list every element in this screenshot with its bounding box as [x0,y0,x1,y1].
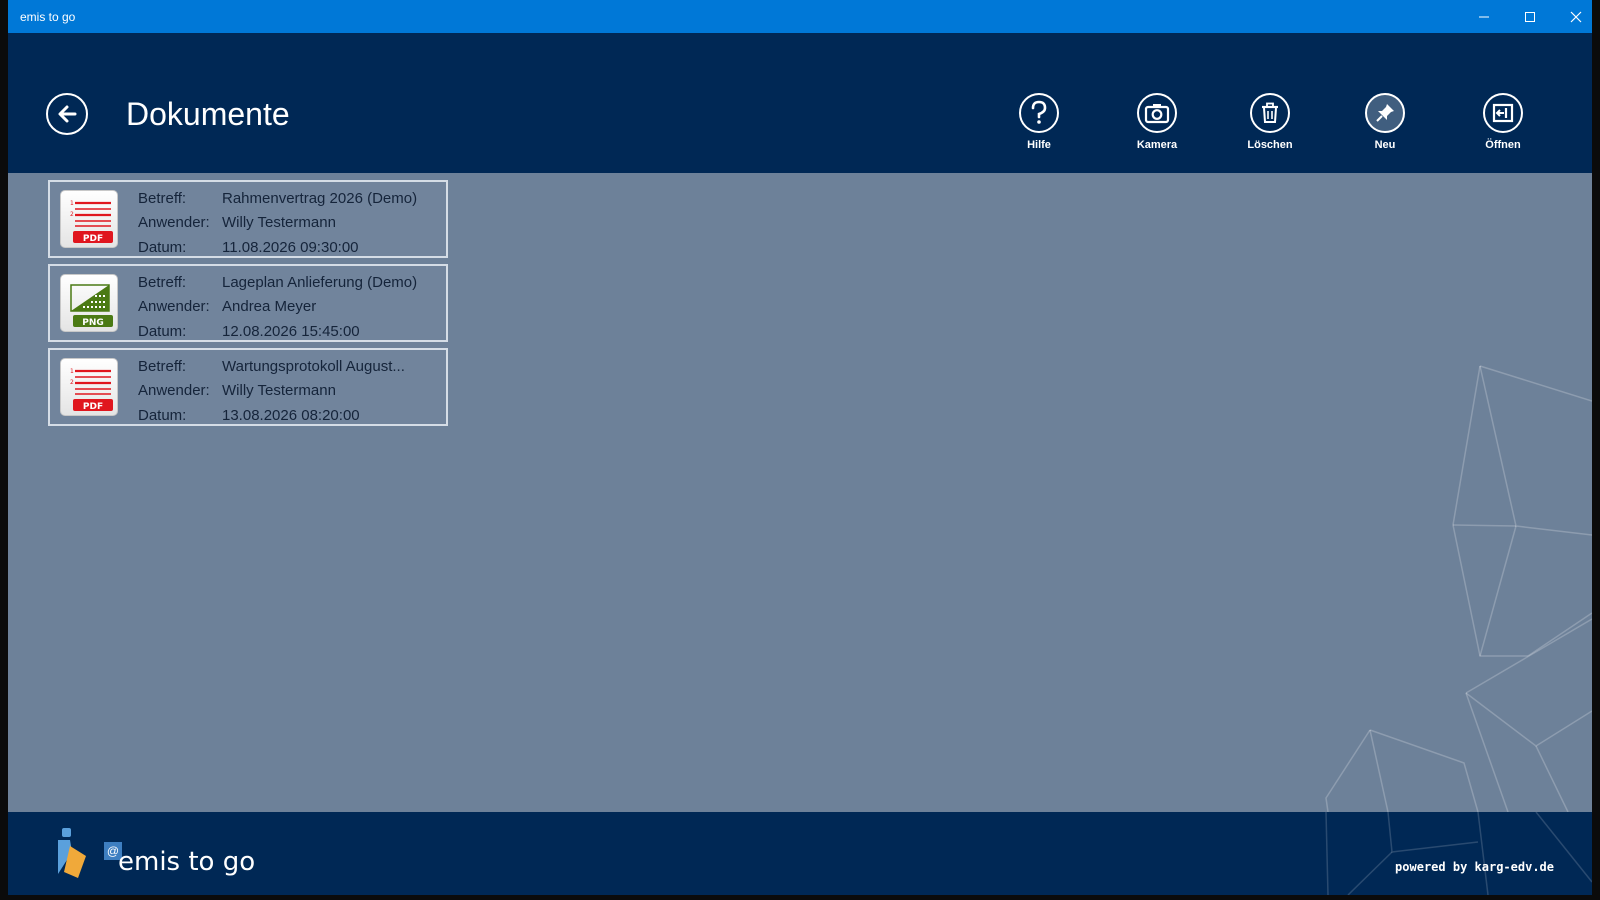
page-header: Dokumente Hilfe Kamera Löschen Neu Öffne… [8,33,1592,173]
svg-text:PNG: PNG [82,318,104,328]
title-bar: emis to go [8,0,1592,33]
document-date: Datum: 12.08.2026 15:45:00 [138,323,360,340]
svg-text:PDF: PDF [83,402,103,412]
maximize-button[interactable] [1507,0,1553,33]
document-subject: Betreff: Wartungsprotokoll August... [138,358,405,375]
camera-button[interactable]: Kamera [1112,93,1202,151]
arrow-left-icon [58,105,77,123]
logo-icon [58,828,86,878]
open-label: Öffnen [1485,139,1521,151]
document-item[interactable]: 1 2 PDF Betreff: Wartungsprotokoll August… [48,348,448,426]
png-file-icon: PNG [60,274,118,332]
document-item[interactable]: PNG Betreff: Lageplan Anlieferung (Demo) … [48,264,448,342]
app-window: emis to go Dokumente Hilfe Kamera Lösche… [0,0,1600,900]
svg-text:2: 2 [70,379,74,386]
brand-name: emis to go [118,847,256,877]
pin-icon [1376,104,1394,122]
document-date: Datum: 13.08.2026 08:20:00 [138,407,360,424]
help-button[interactable]: Hilfe [994,93,1084,151]
open-button[interactable]: Öffnen [1458,93,1548,151]
trash-icon [1262,102,1278,123]
delete-button[interactable]: Löschen [1225,93,1315,151]
maximize-icon [1525,11,1535,22]
pdf-file-icon: 1 2 PDF [60,358,118,416]
document-date: Datum: 11.08.2026 09:30:00 [138,239,359,256]
minimize-icon [1479,16,1489,17]
help-label: Hilfe [1027,139,1051,151]
close-icon [1570,11,1582,22]
document-item[interactable]: 1 2 PDF Betreff: Rahmenvertrag 2026 (Demo… [48,180,448,258]
camera-label: Kamera [1136,139,1178,151]
minimize-button[interactable] [1461,0,1507,33]
new-label: Neu [1374,139,1396,151]
window-title: emis to go [20,10,76,24]
pdf-file-icon: 1 2 PDF [60,190,118,248]
document-subject: Betreff: Rahmenvertrag 2026 (Demo) [138,190,418,207]
back-button[interactable] [46,93,88,135]
svg-text:1: 1 [70,200,74,207]
svg-text:1: 1 [70,368,74,375]
new-button[interactable]: Neu [1340,93,1430,151]
document-user: Anwender: Willy Testermann [138,382,336,399]
svg-text:PDF: PDF [83,234,103,244]
document-user: Anwender: Andrea Meyer [138,298,317,315]
delete-label: Löschen [1247,139,1293,151]
document-user: Anwender: Willy Testermann [138,214,336,231]
camera-icon [1144,104,1170,124]
svg-text:2: 2 [70,211,74,218]
close-button[interactable] [1553,0,1599,33]
app-footer: @ emis to go powered by karg-edv.de [8,812,1592,895]
powered-by-link[interactable]: powered by karg-edv.de [1395,860,1554,874]
document-subject: Betreff: Lageplan Anlieferung (Demo) [138,274,418,291]
document-list-area: 1 2 PDF Betreff: Rahmenvertrag 2026 (Demo… [8,173,1592,812]
open-icon [1492,103,1514,123]
help-icon [1031,100,1047,124]
page-title: Dokumente [126,96,290,132]
